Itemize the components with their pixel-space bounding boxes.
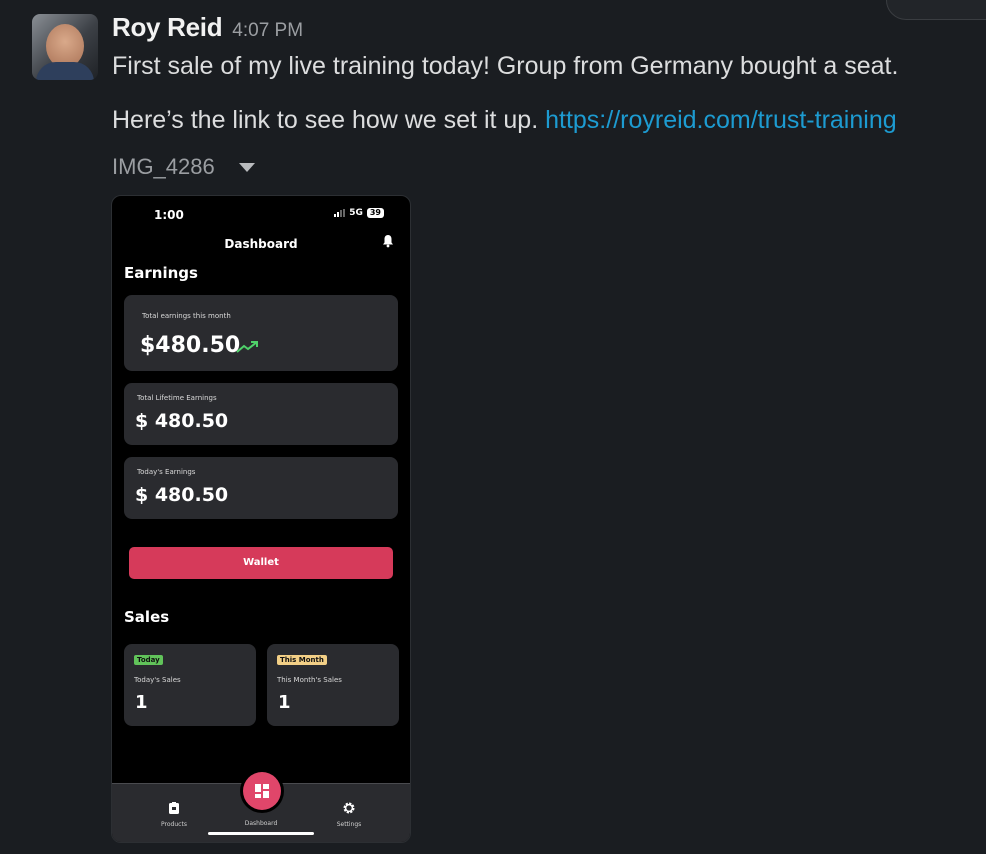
tab-dashboard[interactable]: Dashboard — [236, 818, 286, 827]
message-link[interactable]: https://royreid.com/trust-training — [545, 106, 897, 134]
status-indicators: 5G 39 — [334, 208, 384, 218]
network-label: 5G — [349, 208, 363, 218]
bell-icon — [383, 235, 393, 248]
message-header: Roy Reid 4:07 PM — [112, 12, 303, 43]
caret-down-icon[interactable] — [239, 163, 255, 172]
today-earnings-label: Today's Earnings — [137, 468, 196, 476]
thread-pill[interactable] — [886, 0, 986, 20]
earnings-month-value: $480.50 — [140, 333, 241, 358]
lifetime-earnings-label: Total Lifetime Earnings — [137, 394, 217, 402]
dashboard-fab-button[interactable] — [243, 772, 281, 810]
tab-products-label: Products — [161, 821, 187, 828]
earnings-month-label: Total earnings this month — [142, 312, 231, 320]
message-text-line1: First sale of my live training today! Gr… — [112, 52, 899, 80]
signal-icon — [334, 209, 346, 217]
home-indicator — [208, 832, 314, 835]
tab-products[interactable]: Products — [149, 800, 199, 828]
today-sales-card: Today Today's Sales 1 — [124, 644, 256, 726]
month-sales-label: This Month's Sales — [277, 676, 342, 684]
battery-icon: 39 — [366, 208, 384, 218]
page-title: Dashboard — [224, 237, 298, 251]
tab-dashboard-label: Dashboard — [244, 820, 278, 827]
dashboard-icon — [255, 784, 269, 798]
avatar[interactable] — [32, 14, 98, 80]
today-sales-label: Today's Sales — [134, 676, 181, 684]
attachment-name[interactable]: IMG_4286 — [112, 154, 215, 180]
tab-settings-label: Settings — [336, 821, 362, 828]
products-icon — [169, 802, 179, 814]
sender-name[interactable]: Roy Reid — [112, 12, 223, 42]
today-earnings-card: Today's Earnings $ 480.50 — [124, 457, 398, 519]
message-text: Here’s the link to see how we set it up. — [112, 106, 539, 134]
today-earnings-value: $ 480.50 — [135, 484, 229, 506]
month-sales-value: 1 — [278, 692, 291, 713]
earnings-month-card: Total earnings this month $480.50 — [124, 295, 398, 371]
message-text-line2: Here’s the link to see how we set it up.… — [112, 106, 897, 135]
status-time: 1:00 — [154, 208, 184, 222]
today-sales-value: 1 — [135, 692, 148, 713]
wallet-button[interactable]: Wallet — [129, 547, 393, 579]
message-time[interactable]: 4:07 PM — [232, 20, 303, 41]
month-sales-card: This Month This Month's Sales 1 — [267, 644, 399, 726]
gear-icon — [343, 802, 355, 814]
lifetime-earnings-value: $ 480.50 — [135, 410, 229, 432]
avatar-shirt — [36, 62, 94, 80]
lifetime-earnings-card: Total Lifetime Earnings $ 480.50 — [124, 383, 398, 445]
tab-settings[interactable]: Settings — [324, 800, 374, 828]
trending-up-icon — [236, 341, 258, 353]
sales-heading: Sales — [124, 608, 170, 626]
today-badge: Today — [134, 655, 163, 665]
month-badge: This Month — [277, 655, 327, 665]
attachment-image[interactable]: 1:00 5G 39 Dashboard Earnings Total earn… — [111, 195, 411, 843]
earnings-heading: Earnings — [124, 264, 198, 282]
